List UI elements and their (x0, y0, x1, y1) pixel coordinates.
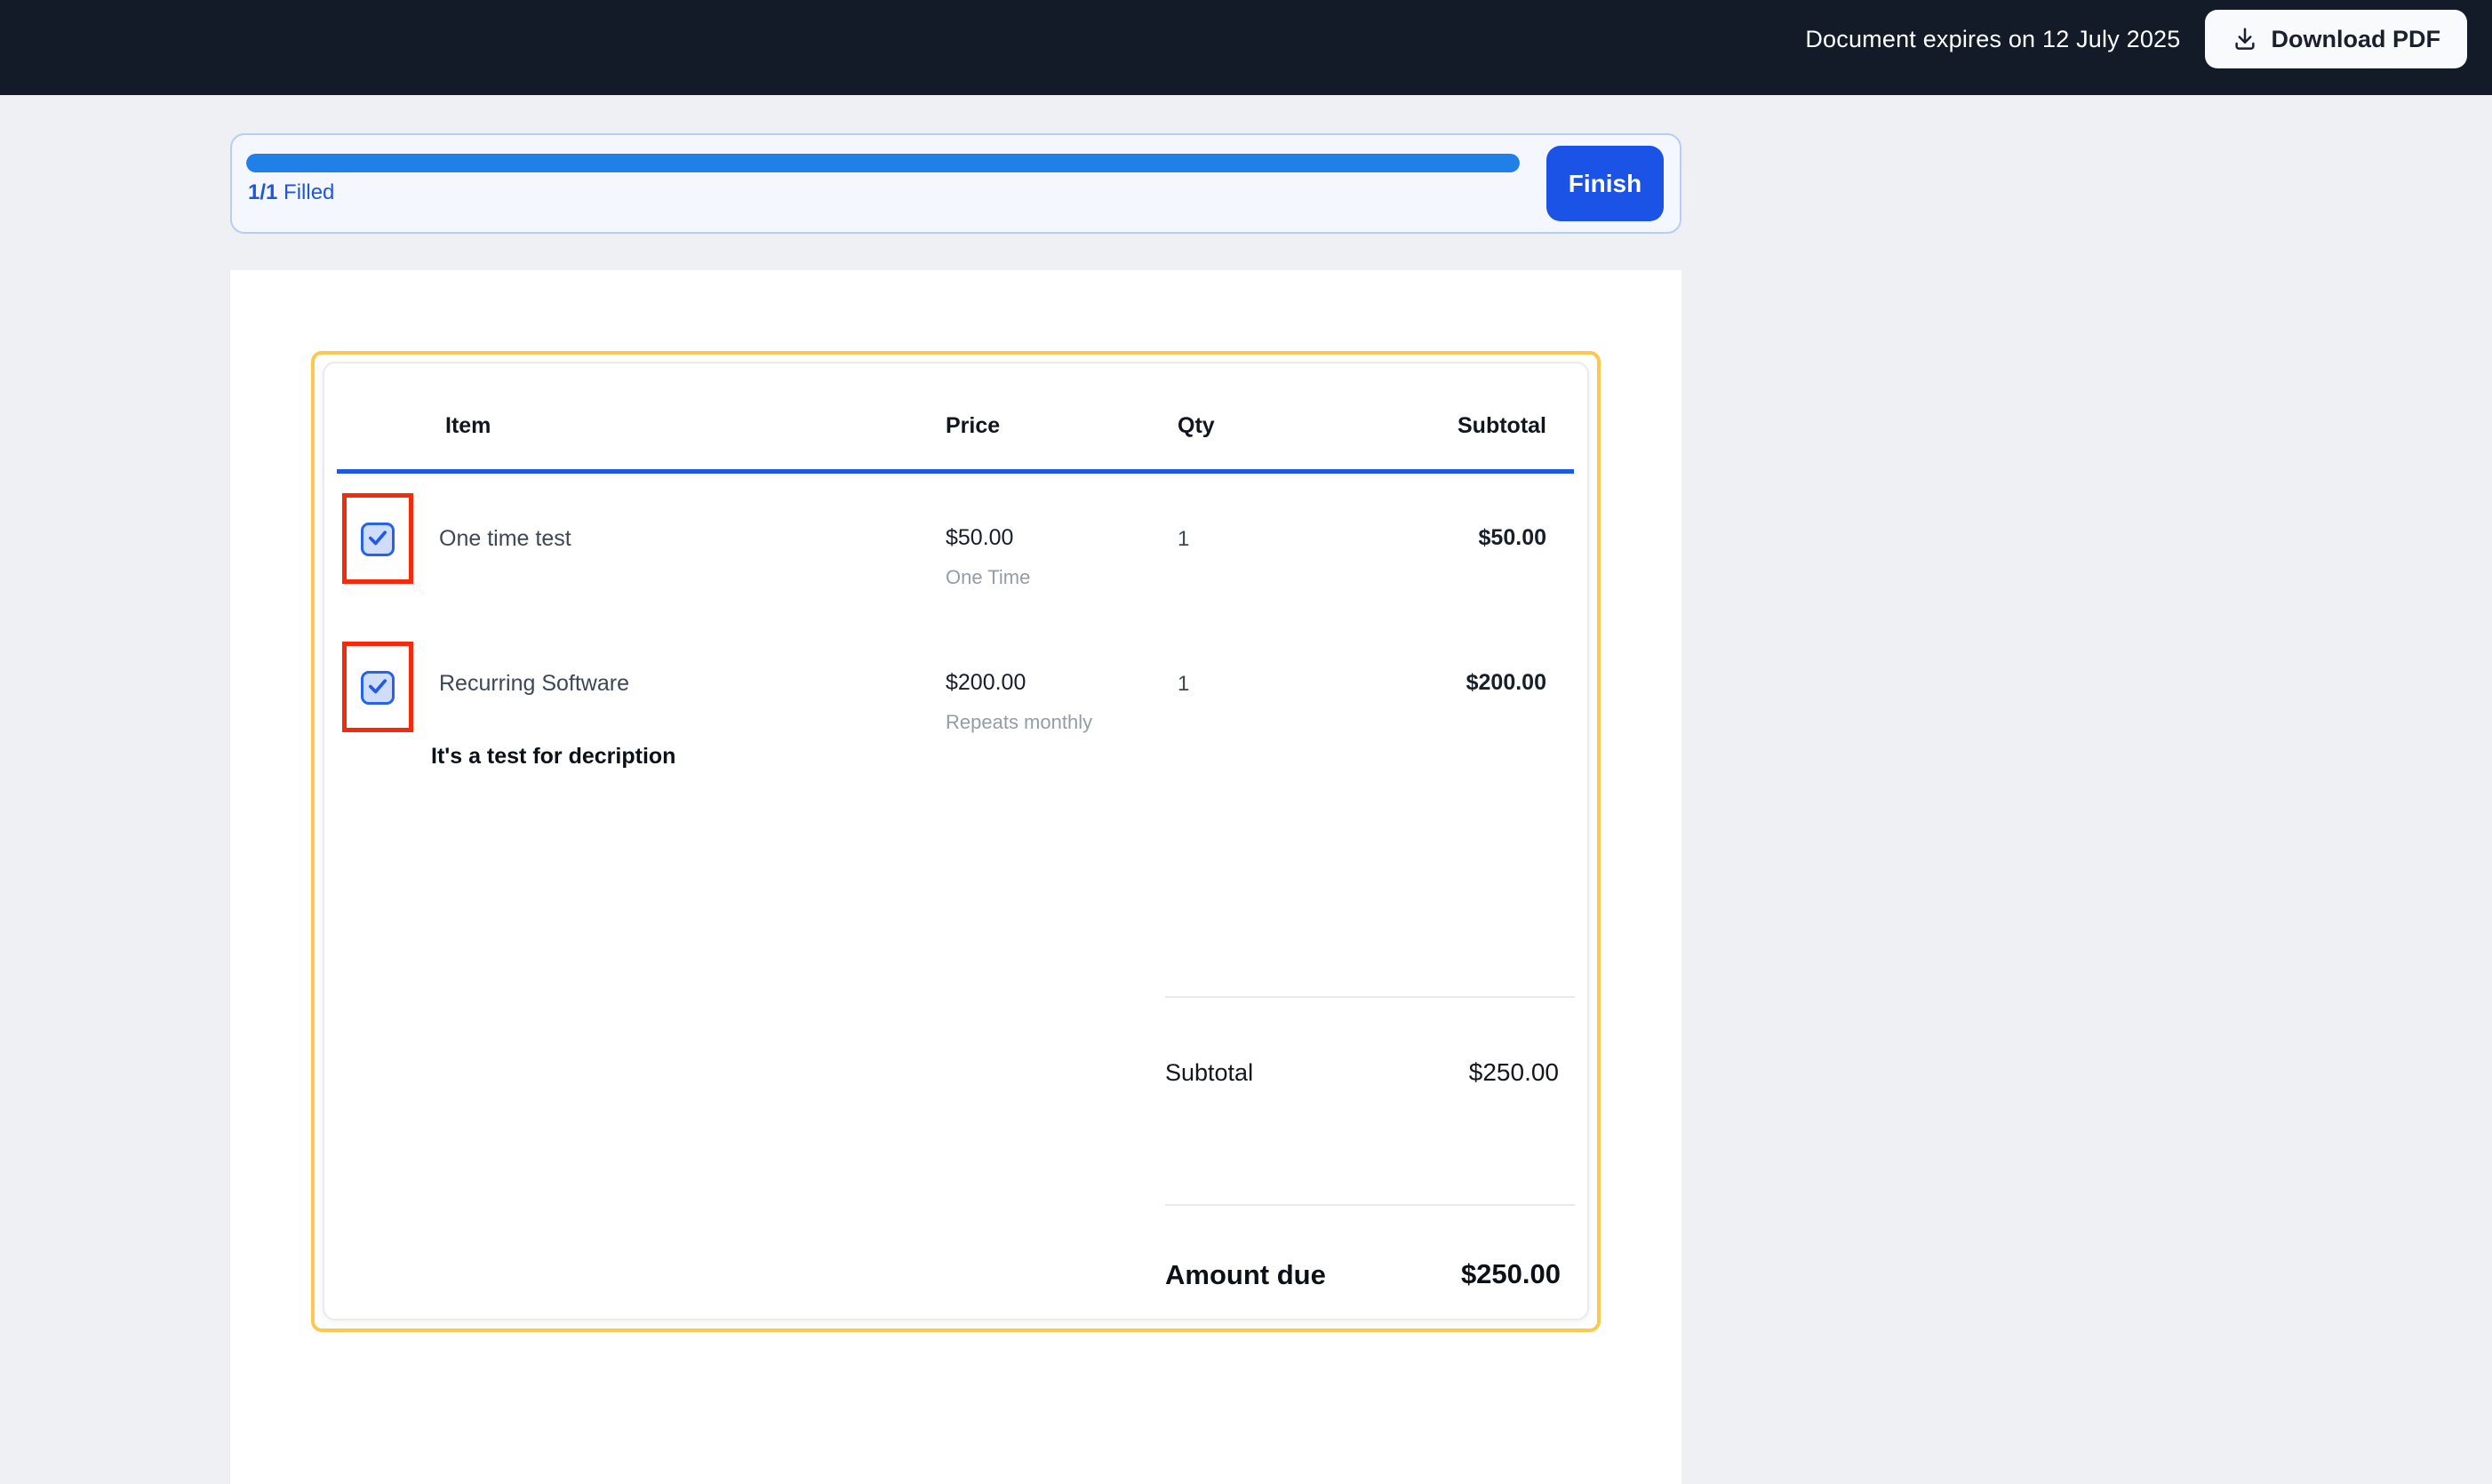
totals-divider (1165, 996, 1575, 998)
download-pdf-label: Download PDF (2271, 25, 2441, 52)
fields-filled-status: 1/1 Filled (248, 180, 334, 205)
download-pdf-button[interactable]: Download PDF (2204, 10, 2467, 68)
subtotal-label: Subtotal (1165, 1059, 1254, 1086)
amount-due-label: Amount due (1165, 1259, 1326, 1290)
progress-card: 1/1 Filled Finish (230, 133, 1681, 234)
fields-filled-text: Filled (284, 180, 335, 204)
pricing-table-highlight: Item Price Qty Subtotal One time test $5… (311, 351, 1601, 1332)
amount-due-value: $250.00 (1460, 1258, 1561, 1289)
checkmark-icon (365, 525, 390, 555)
item-name: Recurring Software (439, 671, 629, 696)
progress-bar (246, 154, 1520, 172)
item-description: It's a test for decription (431, 744, 676, 769)
item-qty: 1 (1178, 527, 1190, 551)
item-checkbox[interactable] (361, 523, 395, 556)
item-name: One time test (439, 526, 571, 551)
amount-due-divider (1165, 1204, 1575, 1206)
item-price: $50.00 (946, 525, 1014, 550)
progress-bar-fill (246, 154, 1520, 172)
fields-filled-count: 1/1 (248, 180, 278, 204)
pricing-table-card: Item Price Qty Subtotal One time test $5… (323, 362, 1589, 1320)
download-icon (2232, 26, 2258, 52)
item-qty: 1 (1178, 672, 1190, 696)
item-price: $200.00 (946, 670, 1026, 695)
table-header-divider (337, 469, 1574, 474)
item-billing-note: One Time (946, 566, 1031, 588)
subtotal-value: $250.00 (1468, 1058, 1559, 1086)
item-checkbox[interactable] (361, 671, 395, 705)
item-billing-note: Repeats monthly (946, 711, 1093, 733)
item-subtotal: $200.00 (1466, 670, 1546, 695)
document-expiry-text: Document expires on 12 July 2025 (1805, 25, 2181, 52)
column-header-subtotal: Subtotal (1458, 413, 1546, 438)
finish-button[interactable]: Finish (1546, 146, 1664, 221)
checkmark-icon (365, 674, 390, 703)
column-header-qty: Qty (1178, 413, 1215, 438)
column-header-item: Item (445, 413, 491, 438)
column-header-price: Price (946, 413, 1001, 438)
document-page: Item Price Qty Subtotal One time test $5… (230, 270, 1681, 1484)
item-subtotal: $50.00 (1478, 525, 1546, 550)
topbar: Document expires on 12 July 2025 Downloa… (0, 0, 2492, 95)
